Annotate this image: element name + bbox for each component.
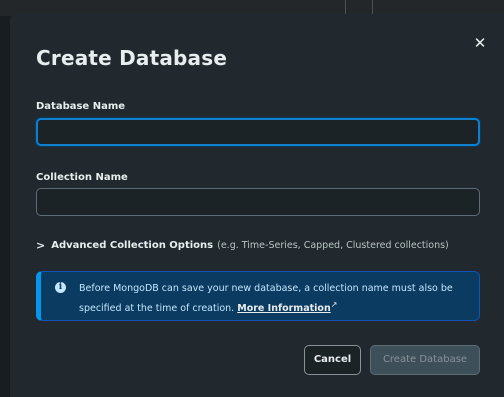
info-icon: i bbox=[55, 282, 66, 293]
chevron-right-icon: > bbox=[36, 239, 46, 252]
create-database-button[interactable]: Create Database bbox=[370, 345, 480, 375]
collection-name-input[interactable] bbox=[36, 188, 480, 216]
database-name-input[interactable] bbox=[36, 118, 480, 146]
info-banner: i Before MongoDB can save your new datab… bbox=[36, 271, 480, 321]
info-banner-message: Before MongoDB can save your new databas… bbox=[79, 281, 479, 317]
modal-title: Create Database bbox=[36, 46, 228, 70]
advanced-options-toggle[interactable]: > Advanced Collection Options (e.g. Time… bbox=[36, 239, 449, 252]
advanced-options-hint: (e.g. Time-Series, Capped, Clustered col… bbox=[217, 240, 449, 251]
advanced-options-label: Advanced Collection Options bbox=[51, 240, 214, 251]
cancel-button[interactable]: Cancel bbox=[304, 345, 361, 375]
database-name-label: Database Name bbox=[36, 101, 126, 112]
close-icon[interactable]: ✕ bbox=[471, 34, 489, 52]
more-information-link[interactable]: More Information bbox=[237, 303, 330, 314]
collection-name-label: Collection Name bbox=[36, 172, 128, 183]
external-link-icon: ↗ bbox=[330, 300, 338, 309]
